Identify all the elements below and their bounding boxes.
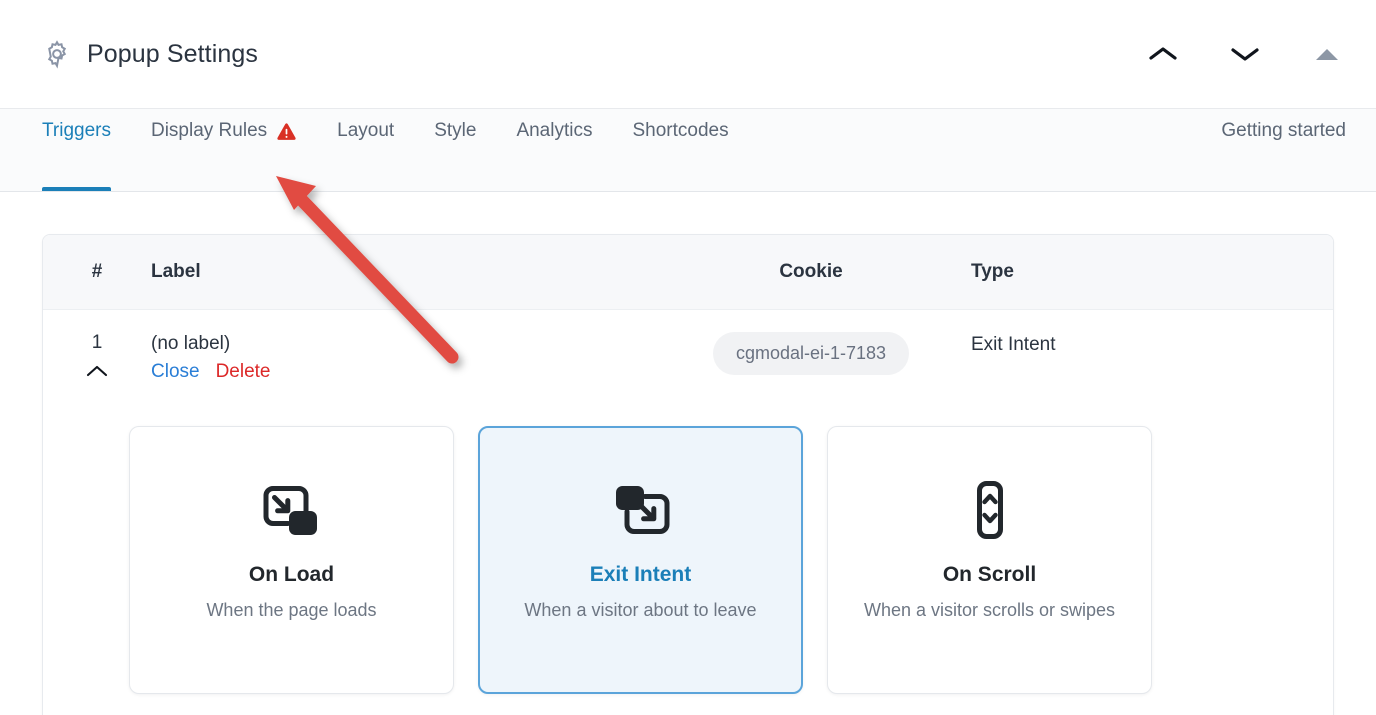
- chevron-up-icon: [1148, 45, 1178, 63]
- tab-shortcodes[interactable]: Shortcodes: [632, 109, 728, 191]
- table-row: 1 (no label) Close Delete cgmodal-ei-1-7…: [43, 310, 1333, 396]
- popup-settings-screen: Popup Settings Triggers Display Rules La…: [0, 0, 1376, 715]
- on-scroll-icon: [954, 471, 1026, 549]
- trigger-card-on-scroll[interactable]: On Scroll When a visitor scrolls or swip…: [827, 426, 1152, 694]
- tab-label: Style: [434, 120, 477, 141]
- tab-label: Layout: [337, 120, 395, 141]
- trigger-card-desc: When the page loads: [206, 600, 377, 620]
- row-number-cell: 1: [43, 330, 151, 381]
- trigger-card-exit-intent[interactable]: Exit Intent When a visitor about to leav…: [478, 426, 803, 694]
- column-header-cookie: Cookie: [779, 261, 843, 282]
- trigger-card-list: On Load When the page loads Exit Intent …: [43, 396, 1333, 694]
- header-title-group: Popup Settings: [0, 39, 258, 69]
- column-header-label: Label: [151, 261, 201, 282]
- triggers-panel: # Label Cookie Type 1 (no label) Close D…: [42, 234, 1334, 715]
- gear-icon: [42, 39, 72, 69]
- on-load-icon: [256, 471, 328, 549]
- row-cookie-cell: cgmodal-ei-1-7183: [651, 330, 971, 375]
- row-actions: Close Delete: [151, 361, 651, 383]
- tab-analytics[interactable]: Analytics: [516, 109, 592, 191]
- trigger-card-on-load[interactable]: On Load When the page loads: [129, 426, 454, 694]
- tab-label: Analytics: [516, 120, 593, 141]
- tab-style[interactable]: Style: [434, 109, 476, 191]
- move-down-button[interactable]: [1222, 31, 1268, 77]
- row-label-cell: (no label) Close Delete: [151, 330, 651, 383]
- row-collapse-toggle[interactable]: [84, 361, 110, 381]
- chevron-up-icon: [85, 364, 109, 378]
- getting-started-link[interactable]: Getting started: [1221, 109, 1376, 191]
- row-label: (no label): [151, 333, 231, 354]
- column-header-type: Type: [971, 261, 1014, 282]
- triangle-up-icon: [1316, 48, 1338, 60]
- trigger-card-desc: When a visitor about to leave: [524, 600, 757, 620]
- tab-label: Shortcodes: [632, 120, 729, 141]
- chevron-down-icon: [1230, 45, 1260, 63]
- trigger-card-title: Exit Intent: [589, 563, 692, 586]
- warning-triangle-icon: [276, 122, 297, 141]
- close-link[interactable]: Close: [151, 361, 200, 383]
- cookie-badge: cgmodal-ei-1-7183: [712, 332, 910, 375]
- exit-intent-icon: [605, 471, 677, 549]
- trigger-card-title: On Load: [248, 563, 335, 586]
- settings-header: Popup Settings: [0, 0, 1376, 108]
- header-controls: [1140, 31, 1376, 77]
- row-number: 1: [91, 332, 103, 353]
- table-header-row: # Label Cookie Type: [43, 235, 1333, 310]
- tab-label: Display Rules: [150, 120, 268, 141]
- tab-label: Triggers: [42, 120, 111, 141]
- move-up-button[interactable]: [1140, 31, 1186, 77]
- collapse-panel-button[interactable]: [1304, 31, 1350, 77]
- trigger-card-desc: When a visitor scrolls or swipes: [863, 600, 1116, 620]
- tab-triggers[interactable]: Triggers: [42, 109, 111, 191]
- column-header-number: #: [91, 261, 103, 282]
- tab-layout[interactable]: Layout: [337, 109, 394, 191]
- trigger-card-title: On Scroll: [942, 563, 1037, 586]
- tab-list: Triggers Display Rules Layout Style Anal…: [0, 109, 769, 191]
- row-type-cell: Exit Intent: [971, 334, 1056, 355]
- delete-link[interactable]: Delete: [216, 361, 271, 383]
- tab-bar: Triggers Display Rules Layout Style Anal…: [0, 108, 1376, 192]
- tab-display-rules[interactable]: Display Rules: [151, 109, 297, 191]
- page-title: Popup Settings: [87, 39, 258, 68]
